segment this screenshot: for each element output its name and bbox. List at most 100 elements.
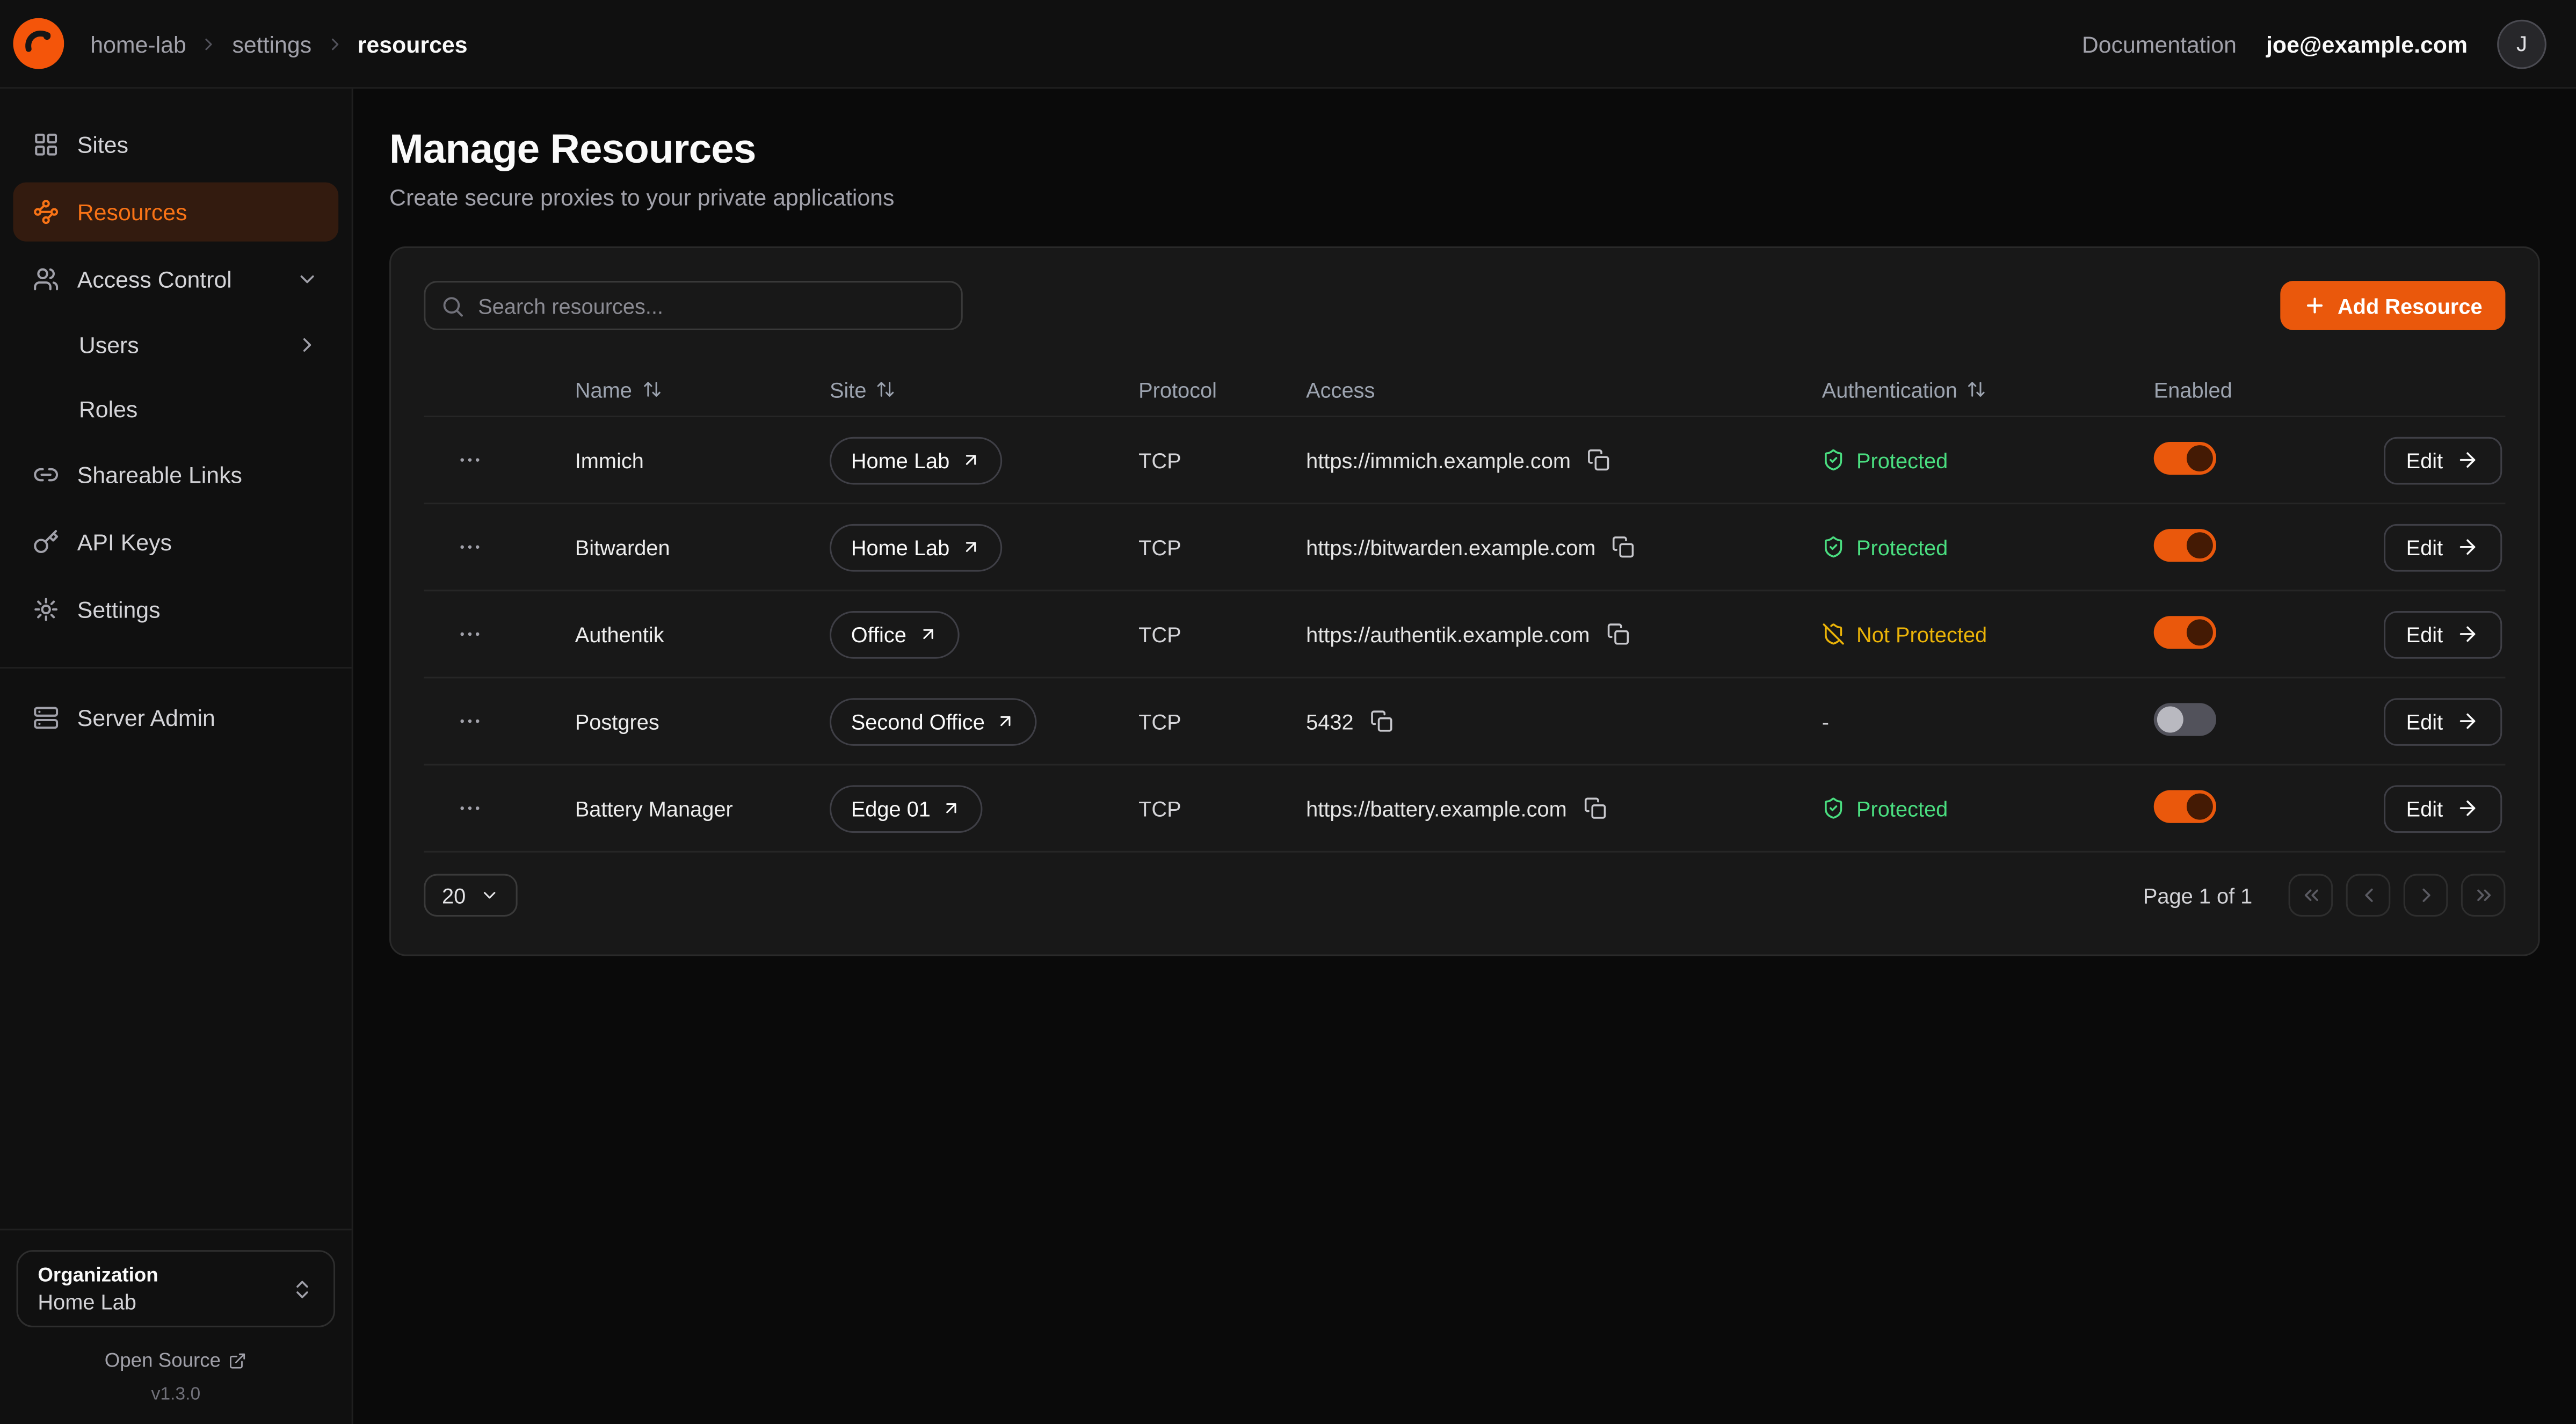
access-url: https://battery.example.com (1306, 796, 1567, 820)
site-name: Home Lab (851, 448, 950, 473)
arrow-right-icon (2456, 448, 2479, 471)
arrow-right-icon (2456, 797, 2479, 820)
sidebar-item-label: Sites (77, 132, 128, 158)
organization-value: Home Lab (38, 1290, 158, 1314)
resource-name: Bitwarden (575, 535, 830, 560)
protocol: TCP (1138, 796, 1306, 820)
edit-button[interactable]: Edit (2383, 611, 2502, 658)
documentation-link[interactable]: Documentation (2082, 31, 2237, 57)
page-subtitle: Create secure proxies to your private ap… (389, 184, 2540, 210)
table-row: Bitwarden Home Lab TCP https://bitwarden… (424, 504, 2505, 591)
sidebar-item-roles[interactable]: Roles (13, 381, 338, 437)
sort-icon (876, 380, 896, 399)
edit-button[interactable]: Edit (2383, 698, 2502, 745)
site-link[interactable]: Home Lab (830, 436, 1002, 484)
enabled-toggle[interactable] (2154, 528, 2216, 561)
enabled-toggle[interactable] (2154, 441, 2216, 474)
first-page-button[interactable] (2289, 874, 2333, 917)
row-menu-button[interactable] (453, 617, 486, 650)
edit-label: Edit (2406, 448, 2443, 473)
auth-status: Protected (1822, 796, 2154, 820)
auth-label: Not Protected (1856, 622, 1987, 646)
card-toolbar: Add Resource (424, 281, 2505, 330)
site-link[interactable]: Second Office (830, 698, 1037, 745)
organization-label: Organization (38, 1263, 158, 1287)
sidebar-item-resources[interactable]: Resources (13, 183, 338, 242)
edit-button[interactable]: Edit (2383, 523, 2502, 571)
chevron-right-icon (325, 34, 345, 54)
search-input[interactable] (424, 281, 962, 330)
sidebar-item-settings[interactable]: Settings (13, 580, 338, 639)
server-icon (33, 704, 59, 731)
breadcrumb-org[interactable]: home-lab (90, 31, 186, 57)
breadcrumb-settings[interactable]: settings (233, 31, 312, 57)
header-site[interactable]: Site (830, 377, 1138, 402)
auth-status: Not Protected (1822, 622, 2154, 646)
edit-label: Edit (2406, 709, 2443, 733)
pangolin-logo[interactable] (13, 18, 64, 69)
protocol: TCP (1138, 622, 1306, 646)
auth-label: - (1822, 709, 1829, 733)
sidebar-item-label: API Keys (77, 529, 172, 555)
next-page-button[interactable] (2404, 874, 2448, 917)
header-enabled: Enabled (2154, 377, 2376, 402)
external-link-icon (229, 1351, 247, 1369)
sidebar-item-api-keys[interactable]: API Keys (13, 513, 338, 572)
add-resource-button[interactable]: Add Resource (2280, 281, 2506, 330)
user-email[interactable]: joe@example.com (2266, 31, 2468, 57)
organization-selector[interactable]: Organization Home Lab (17, 1250, 336, 1327)
sidebar-divider (0, 667, 352, 669)
chevron-right-icon (199, 34, 219, 54)
avatar[interactable]: J (2497, 19, 2546, 68)
copy-icon[interactable] (1610, 534, 1637, 560)
link-icon (33, 462, 59, 488)
site-name: Home Lab (851, 535, 950, 560)
arrow-up-right-icon (961, 537, 981, 557)
copy-icon[interactable] (1581, 795, 1608, 822)
gear-icon (33, 597, 59, 623)
row-menu-button[interactable] (453, 444, 486, 476)
sidebar-item-access-control[interactable]: Access Control (13, 250, 338, 309)
sort-icon (1967, 380, 1987, 399)
protocol: TCP (1138, 709, 1306, 733)
row-menu-button[interactable] (453, 704, 486, 737)
edit-button[interactable]: Edit (2383, 436, 2502, 484)
site-name: Second Office (851, 709, 985, 733)
copy-icon[interactable] (1605, 621, 1631, 647)
site-name: Office (851, 622, 906, 646)
shield-check-icon (1822, 448, 1845, 471)
header-site-label: Site (830, 377, 867, 402)
resource-name: Authentik (575, 622, 830, 646)
open-source-link[interactable]: Open Source (95, 1347, 257, 1374)
sidebar-item-server-admin[interactable]: Server Admin (13, 688, 338, 747)
chevron-right-icon (2414, 884, 2437, 907)
resource-name: Battery Manager (575, 796, 830, 820)
enabled-toggle[interactable] (2154, 789, 2216, 822)
resource-name: Postgres (575, 709, 830, 733)
auth-label: Protected (1856, 535, 1948, 560)
arrow-right-icon (2456, 710, 2479, 733)
sidebar-item-sites[interactable]: Sites (13, 115, 338, 174)
page-size-select[interactable]: 20 (424, 874, 518, 917)
site-link[interactable]: Edge 01 (830, 784, 983, 832)
grid-icon (33, 132, 59, 158)
previous-page-button[interactable] (2346, 874, 2391, 917)
access-url: https://bitwarden.example.com (1306, 535, 1595, 560)
site-link[interactable]: Home Lab (830, 523, 1002, 571)
site-link[interactable]: Office (830, 611, 959, 658)
site-name: Edge 01 (851, 796, 931, 820)
edit-button[interactable]: Edit (2383, 784, 2502, 832)
copy-icon[interactable] (1368, 708, 1395, 735)
row-menu-button[interactable] (453, 531, 486, 563)
sidebar-item-users[interactable]: Users (13, 317, 338, 373)
last-page-button[interactable] (2461, 874, 2506, 917)
row-menu-button[interactable] (453, 792, 486, 825)
enabled-toggle[interactable] (2154, 615, 2216, 648)
header-authentication[interactable]: Authentication (1822, 377, 2154, 402)
copy-icon[interactable] (1586, 447, 1612, 473)
sidebar-item-shareable-links[interactable]: Shareable Links (13, 445, 338, 504)
enabled-toggle[interactable] (2154, 702, 2216, 735)
topbar: home-lab settings resources Documentatio… (0, 0, 2576, 89)
pagination: 20 Page 1 of 1 (424, 853, 2505, 921)
header-name[interactable]: Name (575, 377, 830, 402)
